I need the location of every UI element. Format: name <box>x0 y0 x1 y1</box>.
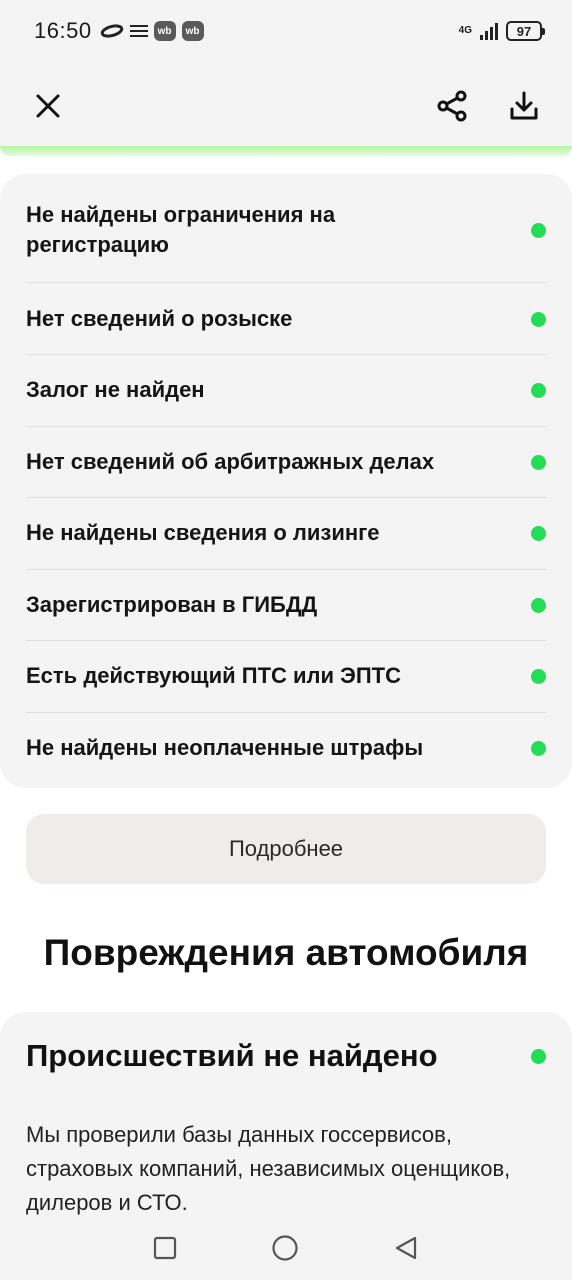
check-label: Нет сведений об арбитражных делах <box>26 449 435 474</box>
status-dot <box>531 382 546 398</box>
status-dot <box>531 1048 546 1064</box>
section-title: Повреждения автомобиля <box>43 932 529 973</box>
incident-description: Мы проверили базы данных госсервисов, ст… <box>26 1122 511 1215</box>
status-notification-icons: wb wb <box>100 21 204 41</box>
check-item: Не найдены ограничения на регистрацию <box>26 200 546 260</box>
check-label: Зарегистрирован в ГИБДД <box>26 592 318 617</box>
link-icon <box>100 24 123 38</box>
share-button[interactable] <box>430 84 474 128</box>
square-icon[interactable] <box>153 1236 177 1260</box>
divider <box>26 282 546 283</box>
wb-app-icon: wb <box>181 21 204 41</box>
check-label: Не найдены ограничения на регистрацию <box>26 202 336 257</box>
status-dot <box>531 740 546 756</box>
status-dot <box>531 222 546 238</box>
check-item: Зарегистрирован в ГИБДД <box>26 590 546 620</box>
close-icon <box>36 94 60 118</box>
back-triangle-icon[interactable] <box>393 1235 419 1261</box>
menu-lines-icon <box>129 25 148 37</box>
checks-card <box>0 174 572 788</box>
divider <box>26 426 546 427</box>
divider <box>26 569 546 570</box>
status-dot <box>531 668 546 684</box>
check-item: Нет сведений о розыске <box>26 304 546 334</box>
check-item: Не найдены сведения о лизинге <box>26 518 546 548</box>
close-button[interactable] <box>26 84 70 128</box>
status-dot <box>531 525 546 541</box>
divider <box>26 712 546 713</box>
incident-header: Происшествий не найдено <box>26 1038 546 1074</box>
check-item: Залог не найден <box>26 375 546 405</box>
divider <box>26 497 546 498</box>
system-nav-bar <box>0 1216 572 1280</box>
battery-indicator: 97 <box>506 21 545 41</box>
status-dot <box>531 454 546 470</box>
check-item: Не найдены неоплаченные штрафы <box>26 733 546 763</box>
divider <box>26 354 546 355</box>
network-type: 4G <box>458 25 472 36</box>
details-button[interactable]: Подробнее <box>26 814 546 884</box>
status-time: 16:50 <box>34 18 92 43</box>
download-icon <box>510 91 538 120</box>
status-accent-strip <box>0 146 572 156</box>
divider <box>26 640 546 641</box>
download-button[interactable] <box>502 84 546 128</box>
top-bar <box>0 62 572 150</box>
incident-title: Происшествий не найдено <box>26 1038 438 1073</box>
status-dot <box>531 311 546 327</box>
circle-icon[interactable] <box>271 1234 299 1262</box>
check-label: Есть действующий ПТС или ЭПТС <box>26 663 401 688</box>
check-item: Есть действующий ПТС или ЭПТС <box>26 661 546 691</box>
status-dot <box>531 597 546 613</box>
check-label: Залог не найден <box>26 377 205 402</box>
signal-icon <box>480 23 498 40</box>
check-item: Нет сведений об арбитражных делах <box>26 447 546 477</box>
wb-app-icon: wb <box>153 21 176 41</box>
check-label: Не найдены неоплаченные штрафы <box>26 735 424 760</box>
check-label: Нет сведений о розыске <box>26 306 293 331</box>
share-icon <box>437 90 467 122</box>
check-label: Не найдены сведения о лизинге <box>26 520 380 545</box>
status-bar: 16:50 wb wb 4G 97 <box>0 0 572 62</box>
